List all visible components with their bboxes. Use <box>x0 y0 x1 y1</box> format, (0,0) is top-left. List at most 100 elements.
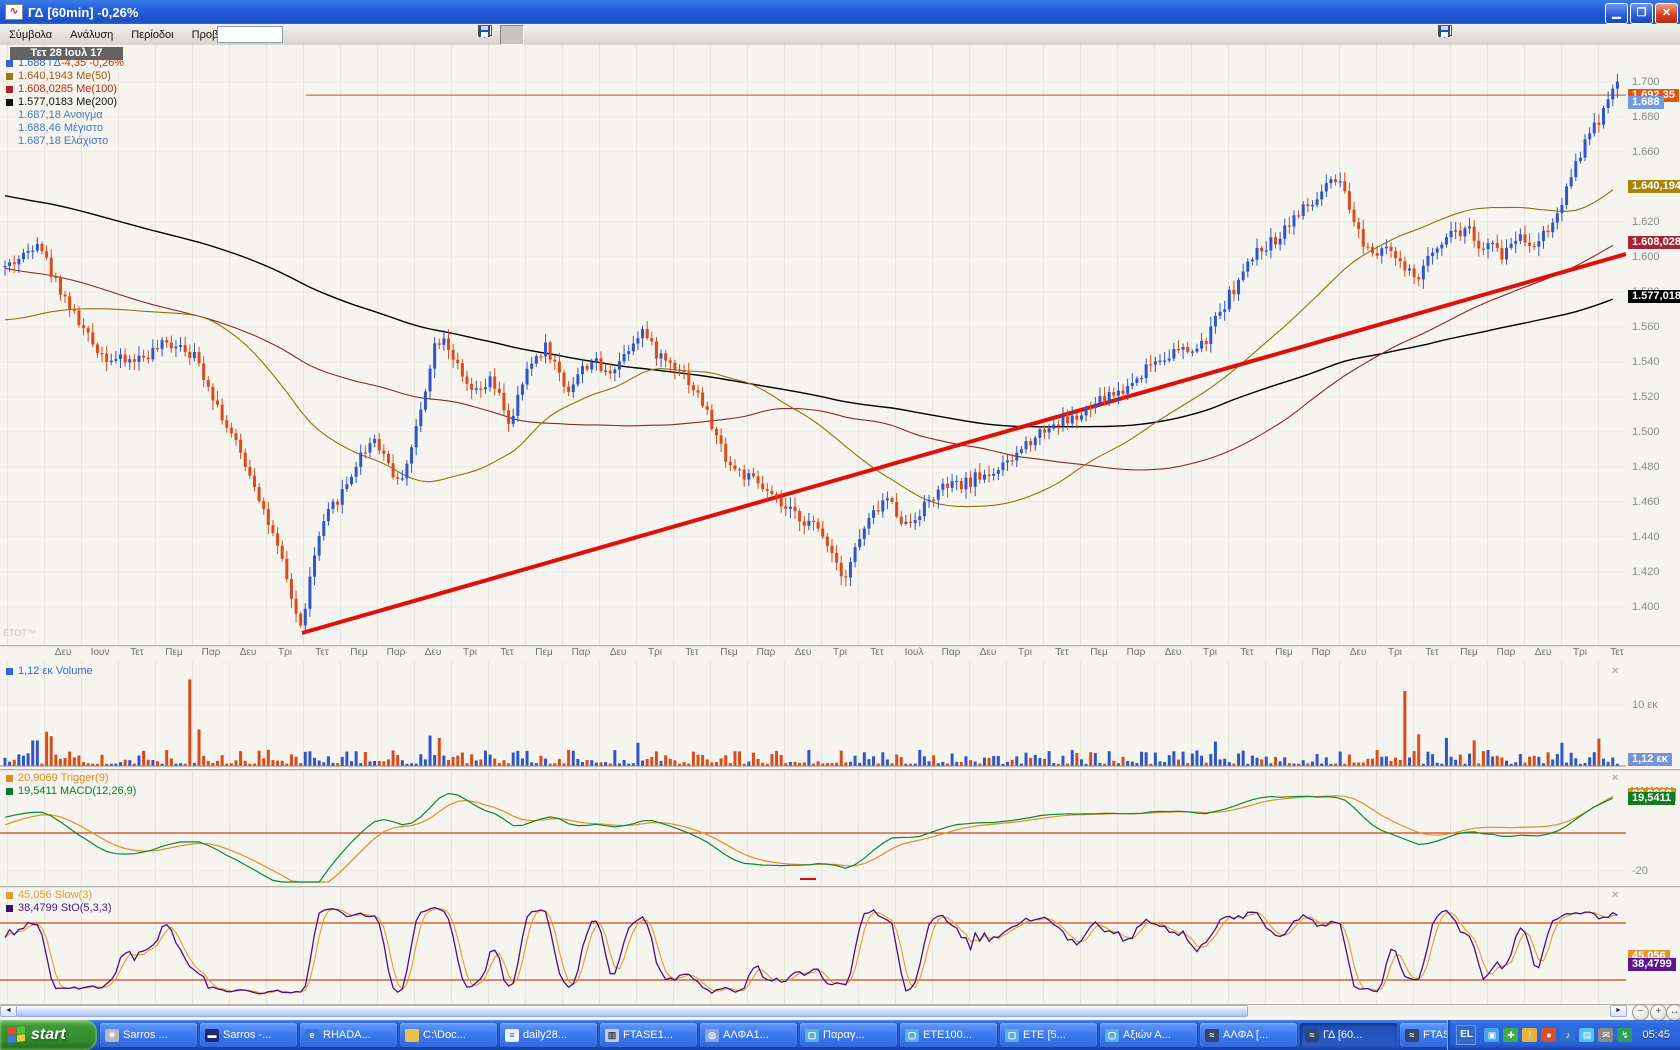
crosshair-tool-icon[interactable] <box>500 25 524 45</box>
chart-icon: ≈ <box>1305 1029 1319 1042</box>
minimize-button[interactable]: ▁ <box>1605 3 1628 24</box>
menu-1[interactable]: Ανάλυση <box>61 27 122 43</box>
day-label: Δευ <box>980 647 997 658</box>
price-legend-row: 1.608,0285 Me(100) <box>2 83 117 95</box>
day-label: Πεμ <box>535 647 552 658</box>
taskbar-button-8[interactable]: ▢ΕΤΕ100... <box>900 1023 997 1047</box>
dashes-tool-icon[interactable] <box>568 25 590 43</box>
price-legend-row: 1.687,18 Ανοιγμα <box>2 109 103 121</box>
price-axis-label: 1.600 <box>1632 251 1660 263</box>
pane-divider <box>0 769 1680 771</box>
price-axis-label: 1.460 <box>1632 496 1660 508</box>
status-icon[interactable]: ● <box>1541 1028 1556 1042</box>
scroll-right-icon[interactable]: ► <box>1610 1005 1627 1017</box>
day-label: Παρ <box>387 647 406 658</box>
display-icon[interactable]: ▤ <box>1579 1028 1594 1042</box>
taskbar-button-7[interactable]: ▢Παραγ... <box>800 1023 897 1047</box>
day-label: Δευ <box>1350 647 1367 658</box>
price-legend-row: 1.688,46 Μέγιστο <box>2 122 103 134</box>
legend-swatch <box>6 60 13 67</box>
fit-width-button[interactable]: ↔ <box>1666 1004 1680 1021</box>
taskbar-clock[interactable]: 05:45 <box>1642 1029 1670 1041</box>
trendline-tool-icon[interactable] <box>1504 25 1526 43</box>
alert-icon[interactable]: ! <box>1522 1028 1537 1042</box>
taskbar-button-0[interactable]: ✳Sarros ... <box>100 1023 197 1047</box>
day-label: Τετ <box>1425 647 1438 658</box>
taskbar-button-1[interactable]: ▬Sarros -... <box>200 1023 297 1047</box>
symbol-input[interactable] <box>217 26 283 43</box>
selection-box-tool-icon[interactable] <box>1482 25 1504 43</box>
close-pane-icon[interactable]: × <box>1612 889 1618 901</box>
zoom-in-button[interactable]: + <box>1650 1004 1667 1021</box>
day-label: Τετ <box>1240 647 1253 658</box>
day-label: Δευ <box>1165 647 1182 658</box>
language-indicator[interactable]: EL <box>1456 1025 1476 1045</box>
selection-box-tool-icon[interactable] <box>524 25 546 43</box>
day-label: Παρ <box>1127 647 1146 658</box>
menu-2[interactable]: Περίοδοι <box>122 27 182 43</box>
day-label: Παρ <box>1312 647 1331 658</box>
day-label: Παρ <box>757 647 776 658</box>
start-button[interactable]: start <box>0 1020 97 1050</box>
legend-swatch <box>6 86 13 93</box>
chart-icon: ≈ <box>1205 1029 1219 1042</box>
taskbar-button-4[interactable]: ≡daily28... <box>500 1023 597 1047</box>
dashes-tool-icon[interactable] <box>1526 25 1548 43</box>
save-tool-icon[interactable] <box>1570 25 1592 43</box>
taskbar-button-5[interactable]: ▥FTASE1... <box>600 1023 697 1047</box>
close-pane-icon[interactable]: × <box>1612 665 1618 677</box>
price-axis-label: 1.480 <box>1632 461 1660 473</box>
day-label: Τετ <box>500 647 513 658</box>
taskbar-button-9[interactable]: ▢ΕΤΕ [5... <box>1000 1023 1097 1047</box>
system-tray: EL ▣ ✚! ● ♪ ▤ ✉ ↯ 05:45 <box>1447 1020 1680 1050</box>
antivirus-icon[interactable]: ✚ <box>1503 1028 1518 1042</box>
day-label: Τετ <box>870 647 883 658</box>
legend-swatch <box>6 73 13 80</box>
monitor-icon: ▢ <box>1105 1029 1119 1042</box>
toolbar-right <box>1438 25 1592 44</box>
scroll-left-icon[interactable]: ◄ <box>0 1005 17 1017</box>
price-badge: 1.608,028 <box>1628 236 1680 249</box>
stoch-legend-row: 45,056 Slow(3) <box>2 889 92 901</box>
price-axis-label: 1.660 <box>1632 146 1660 158</box>
internet-explorer-icon: e <box>305 1029 319 1042</box>
taskbar-button-6[interactable]: ◎ΑΛΦΑ1... <box>700 1023 797 1047</box>
restore-button[interactable]: ❐ <box>1630 3 1653 24</box>
document-icon: ≡ <box>505 1029 519 1042</box>
chart-tool-icon[interactable] <box>1548 25 1570 43</box>
update-icon[interactable]: ↯ <box>1617 1028 1632 1042</box>
day-label: Πεμ <box>1460 647 1477 658</box>
price-axis-label: 1.620 <box>1632 216 1660 228</box>
close-pane-icon[interactable]: × <box>1612 772 1618 784</box>
trendline-tool-icon[interactable] <box>546 25 568 43</box>
folder-icon <box>405 1029 419 1042</box>
zoom-out-button[interactable]: − <box>1632 1004 1649 1021</box>
volume-icon[interactable]: ♪ <box>1560 1028 1575 1042</box>
windows-flag-icon <box>8 1026 26 1044</box>
day-label: Τρι <box>463 647 477 658</box>
taskbar-button-2[interactable]: eRHADA... <box>300 1023 397 1047</box>
taskbar-button-12[interactable]: ≈ΓΔ [60... <box>1300 1023 1397 1047</box>
day-label: Τετ <box>1055 647 1068 658</box>
price-legend-row: 1.687,18 Ελάχιστο <box>2 135 108 147</box>
messenger-icon[interactable]: ✉ <box>1598 1028 1613 1042</box>
close-button[interactable]: ✕ <box>1655 3 1678 24</box>
price-axis-label: 1.700 <box>1632 76 1660 88</box>
network-icon[interactable]: ▣ <box>1484 1028 1499 1042</box>
horizontal-scrollbar[interactable]: ◄ ► <box>0 1004 1626 1016</box>
chart-tool-icon[interactable] <box>590 25 612 43</box>
crosshair-tool-icon[interactable] <box>1460 25 1482 43</box>
stoch-pane: 45,056 Slow(3)38,4799 StO(5,3,3)45,05638… <box>0 886 1680 1004</box>
taskbar-button-3[interactable]: C:\Doc... <box>400 1023 497 1047</box>
day-label: Ιουλ <box>905 647 924 658</box>
price-legend-row: 1.577,0183 Me(200) <box>2 96 117 108</box>
taskbar-button-11[interactable]: ≈ΑΛΦΑ [... <box>1200 1023 1297 1047</box>
app-icon: ▥ <box>605 1029 619 1042</box>
price-axis-label: 1.400 <box>1632 601 1660 613</box>
taskbar-button-10[interactable]: ▢Αξιών Α... <box>1100 1023 1197 1047</box>
save-tool-icon[interactable] <box>612 25 634 43</box>
scrollbar-thumb[interactable] <box>16 1005 1248 1017</box>
stoch-badge: 38,4799 <box>1628 958 1676 971</box>
menu-0[interactable]: Σύμβολα <box>0 27 61 43</box>
day-label: Τρι <box>278 647 292 658</box>
